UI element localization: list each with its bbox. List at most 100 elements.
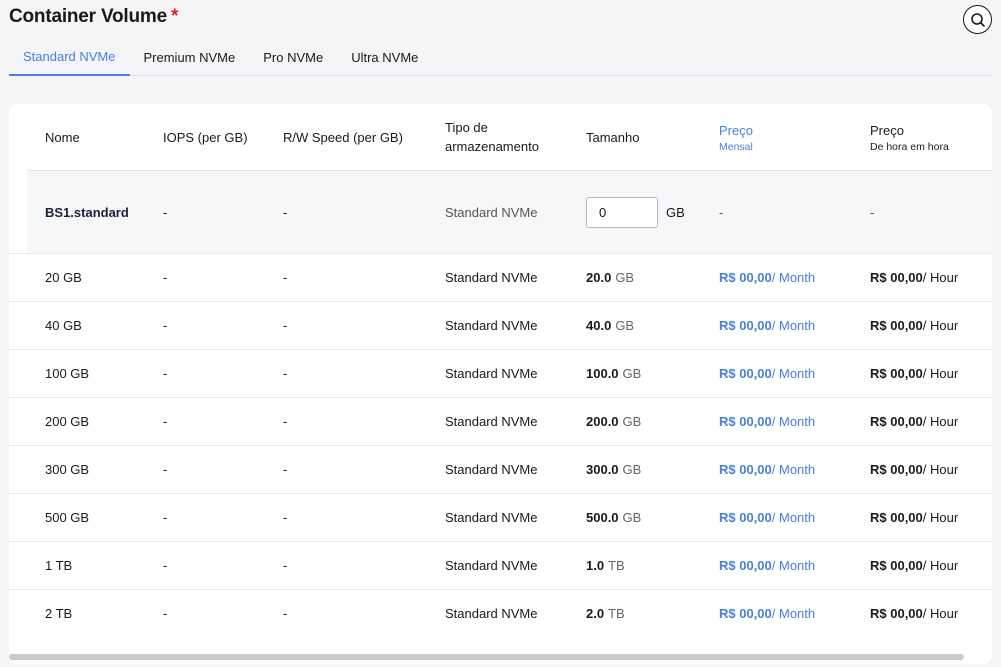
row-monthly-suffix: / Month [771,510,816,525]
row-monthly-suffix: / Month [771,318,816,333]
row-hourly-suffix: / Hour [922,270,959,285]
row-monthly-amount: R$ 00,00 [719,606,772,621]
row-iops: - [163,606,168,621]
row-rw-speed: - [283,318,288,333]
search-icon [970,12,985,27]
row-iops: - [163,366,168,381]
custom-size-row[interactable]: BS1.standard - - Standard NVMe GB - - [27,170,992,253]
row-size: 1.0 TB [586,542,625,589]
tab-pro-nvme[interactable]: Pro NVMe [249,38,337,76]
row-hourly-price: R$ 00,00/ Hour [870,254,958,301]
custom-row-type: Standard NVMe [445,204,538,220]
page-title-text: Container Volume [9,6,167,27]
row-name: 40 GB [45,318,82,333]
row-monthly-price: R$ 00,00/ Month [719,446,815,493]
row-size-unit: GB [615,270,635,285]
row-iops: - [163,510,168,525]
row-monthly-amount: R$ 00,00 [719,318,772,333]
row-name: 20 GB [45,270,82,285]
row-hourly-amount: R$ 00,00 [870,270,923,285]
custom-row-name: BS1.standard [45,204,129,220]
col-header-iops: IOPS (per GB) [163,129,248,145]
table-row[interactable]: 1 TB - - Standard NVMe 1.0 TB R$ 00,00/ Month R… [9,541,992,589]
row-iops: - [163,462,168,477]
row-hourly-amount: R$ 00,00 [870,558,923,573]
row-monthly-suffix: / Month [771,558,816,573]
table-row[interactable]: 300 GB - - Standard NVMe 300.0 GB R$ 00,00/ Mo… [9,445,992,493]
row-size-value: 300.0 [586,462,619,477]
row-iops: - [163,270,168,285]
row-iops: - [163,558,168,573]
row-hourly-suffix: / Hour [922,510,959,525]
size-input[interactable] [586,196,658,228]
row-name: 300 GB [45,462,90,477]
table-header: Nome IOPS (per GB) R/W Speed (per GB) Ti… [9,104,992,170]
row-hourly-suffix: / Hour [922,558,959,573]
custom-row-rw-speed: - [283,204,288,220]
row-size: 2.0 TB [586,590,625,637]
row-monthly-amount: R$ 00,00 [719,558,772,573]
table-row[interactable]: 20 GB - - Standard NVMe 20.0 GB R$ 00,00/ Mont… [9,253,992,301]
row-monthly-price: R$ 00,00/ Month [719,302,815,349]
row-hourly-suffix: / Hour [922,414,959,429]
row-storage-type: Standard NVMe [445,318,538,333]
row-monthly-price: R$ 00,00/ Month [719,254,815,301]
row-size: 20.0 GB [586,254,634,301]
row-monthly-suffix: / Month [771,462,816,477]
row-size-value: 200.0 [586,414,619,429]
row-hourly-suffix: / Hour [922,366,959,381]
row-monthly-amount: R$ 00,00 [719,270,772,285]
row-size: 200.0 GB [586,398,641,445]
row-hourly-price: R$ 00,00/ Hour [870,446,958,493]
col-header-rw-speed: R/W Speed (per GB) [283,129,403,145]
row-size-unit: TB [608,558,625,573]
horizontal-scrollbar[interactable] [9,654,964,660]
row-name: 200 GB [45,414,90,429]
row-monthly-suffix: / Month [771,366,816,381]
table-row[interactable]: 2 TB - - Standard NVMe 2.0 TB R$ 00,00/ Month R… [9,589,992,637]
row-monthly-suffix: / Month [771,270,816,285]
row-hourly-suffix: / Hour [922,462,959,477]
row-size-unit: GB [622,510,642,525]
size-input-unit: GB [666,204,685,220]
tab-standard-nvme[interactable]: Standard NVMe [9,38,130,76]
row-size-unit: GB [622,462,642,477]
storage-tabs: Standard NVMe Premium NVMe Pro NVMe Ultr… [9,38,992,76]
row-monthly-suffix: / Month [771,414,816,429]
row-rw-speed: - [283,270,288,285]
required-asterisk: * [170,6,179,27]
row-size-value: 1.0 [586,558,605,573]
table-row[interactable]: 500 GB - - Standard NVMe 500.0 GB R$ 00,00/ Mo… [9,493,992,541]
table-row[interactable]: 40 GB - - Standard NVMe 40.0 GB R$ 00,00/ Mont… [9,301,992,349]
row-monthly-price: R$ 00,00/ Month [719,350,815,397]
row-storage-type: Standard NVMe [445,462,538,477]
tab-ultra-nvme[interactable]: Ultra NVMe [337,38,432,76]
row-hourly-price: R$ 00,00/ Hour [870,350,958,397]
row-size-value: 40.0 [586,318,612,333]
row-hourly-amount: R$ 00,00 [870,510,923,525]
tab-premium-nvme[interactable]: Premium NVMe [130,38,250,76]
row-storage-type: Standard NVMe [445,366,538,381]
row-monthly-suffix: / Month [771,606,816,621]
row-hourly-amount: R$ 00,00 [870,318,923,333]
row-hourly-suffix: / Hour [922,606,959,621]
row-hourly-suffix: / Hour [922,318,959,333]
row-size-value: 20.0 [586,270,612,285]
search-button[interactable] [963,5,992,34]
row-size: 40.0 GB [586,302,634,349]
row-hourly-amount: R$ 00,00 [870,606,923,621]
table-row[interactable]: 100 GB - - Standard NVMe 100.0 GB R$ 00,00/ Mo… [9,349,992,397]
row-storage-type: Standard NVMe [445,510,538,525]
row-monthly-amount: R$ 00,00 [719,414,772,429]
custom-row-iops: - [163,204,168,220]
row-rw-speed: - [283,558,288,573]
row-monthly-amount: R$ 00,00 [719,462,772,477]
table-row[interactable]: 200 GB - - Standard NVMe 200.0 GB R$ 00,00/ Mo… [9,397,992,445]
custom-row-hourly-price: - [870,204,875,220]
row-name: 500 GB [45,510,90,525]
page-title: Container Volume * [9,6,178,28]
row-storage-type: Standard NVMe [445,414,538,429]
row-size: 500.0 GB [586,494,641,541]
row-size-unit: GB [622,414,642,429]
row-hourly-price: R$ 00,00/ Hour [870,398,958,445]
